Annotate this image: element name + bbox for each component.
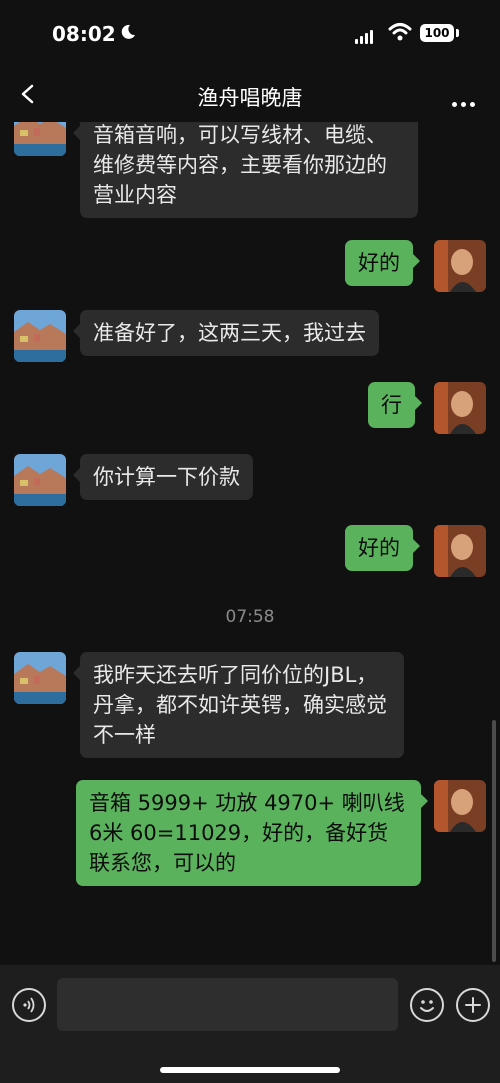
contact-avatar[interactable] xyxy=(14,454,66,506)
battery-nub xyxy=(456,29,459,37)
message-bubble-outgoing[interactable]: 音箱 5999+ 功放 4970+ 喇叭线 6米 60=11029，好的，备好货… xyxy=(76,780,428,886)
user-avatar[interactable] xyxy=(434,780,486,832)
more-dots-icon[interactable] xyxy=(452,92,479,111)
chat-header: 渔舟唱晚唐 xyxy=(0,66,500,122)
moon-icon xyxy=(121,24,135,39)
user-avatar[interactable] xyxy=(434,240,486,292)
status-bar: 08:02 100 xyxy=(0,0,500,66)
plus-icon[interactable] xyxy=(456,988,490,1022)
message-bubble-outgoing[interactable]: 行 xyxy=(368,382,422,428)
message-bubble-incoming[interactable]: 音箱音响，可以写线材、电缆、维修费等内容，主要看你那边的营业内容 xyxy=(73,122,418,218)
user-avatar[interactable] xyxy=(434,525,486,577)
voice-icon[interactable] xyxy=(12,988,46,1022)
chat-title: 渔舟唱晚唐 xyxy=(197,86,303,110)
message-input[interactable] xyxy=(57,978,398,1031)
timestamp: 07:58 xyxy=(225,607,275,627)
wifi-icon xyxy=(388,23,412,41)
emoji-icon[interactable] xyxy=(410,988,444,1022)
home-indicator[interactable] xyxy=(160,1067,340,1073)
message-bubble-incoming[interactable]: 你计算一下价款 xyxy=(73,454,253,500)
message-list[interactable]: 音箱音响，可以写线材、电缆、维修费等内容，主要看你那边的营业内容 好的 准备好了… xyxy=(0,122,500,965)
contact-avatar[interactable] xyxy=(14,652,66,704)
message-bubble-outgoing[interactable]: 好的 xyxy=(345,240,420,286)
input-bar xyxy=(0,965,500,1083)
clock: 08:02 xyxy=(52,22,116,46)
contact-avatar[interactable] xyxy=(14,122,66,156)
message-bubble-incoming[interactable]: 准备好了，这两三天，我过去 xyxy=(73,310,379,356)
contact-avatar[interactable] xyxy=(14,310,66,362)
user-avatar[interactable] xyxy=(434,382,486,434)
scrollbar[interactable] xyxy=(492,720,496,962)
message-bubble-incoming[interactable]: 我昨天还去听了同价位的JBL，丹拿，都不如许英锷，确实感觉不一样 xyxy=(73,652,404,758)
battery-indicator: 100 xyxy=(420,24,454,42)
message-bubble-outgoing[interactable]: 好的 xyxy=(345,525,420,571)
signal-icon xyxy=(355,25,375,44)
